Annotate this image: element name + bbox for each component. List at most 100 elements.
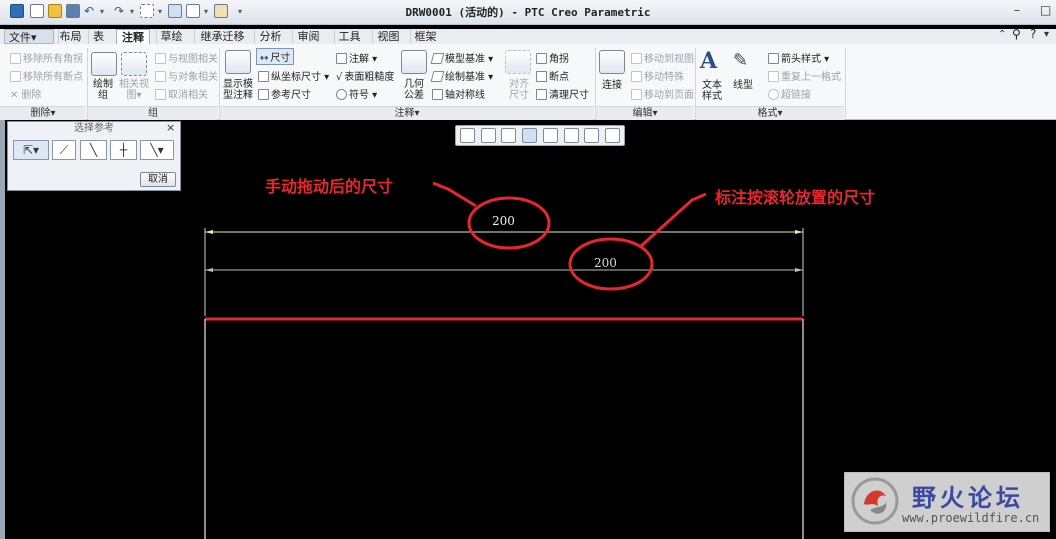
- jog-icon: [10, 53, 21, 64]
- move-to-view-button[interactable]: 移动到视图: [631, 50, 694, 65]
- tab-table[interactable]: 表: [88, 29, 108, 44]
- geometric-tolerance-icon[interactable]: [401, 50, 427, 74]
- connect-button[interactable]: 连接: [598, 80, 626, 91]
- dimension-button[interactable]: ↔ 尺寸: [256, 48, 295, 65]
- show-model-annotations-icon[interactable]: [225, 50, 251, 74]
- select-line-button[interactable]: ╲: [80, 140, 107, 160]
- group-label-format[interactable]: 格式▾: [696, 106, 844, 120]
- repaint-icon[interactable]: [522, 128, 537, 143]
- select-entity-button[interactable]: ⇱▾: [13, 140, 49, 160]
- options-icon[interactable]: ▾: [1044, 29, 1049, 40]
- surface-finish-button[interactable]: √ 表面粗糙度: [336, 68, 394, 83]
- layer-icon[interactable]: [564, 128, 579, 143]
- remove-all-jogs-button[interactable]: 移除所有角拐: [10, 50, 83, 65]
- arrowhead-upper-right: [795, 230, 803, 234]
- text-style-button[interactable]: 文本 样式: [697, 80, 727, 102]
- tab-sketch[interactable]: 草绘: [156, 29, 186, 44]
- draw-group-icon[interactable]: [91, 52, 117, 76]
- cleanup-icon: [536, 89, 547, 100]
- group-label-delete[interactable]: 删除▾: [0, 106, 86, 120]
- group-label-annotate[interactable]: 注释▾: [220, 106, 594, 120]
- tab-legacy-migration[interactable]: 继承迁移: [194, 29, 250, 44]
- delete-button[interactable]: ✕ 删除: [10, 86, 41, 101]
- hyperlink-icon: [768, 89, 779, 100]
- move-special-icon: [631, 71, 642, 82]
- draw-group-button[interactable]: 绘制 组: [88, 79, 118, 101]
- reference-dimension-button[interactable]: 参考尺寸: [258, 86, 311, 101]
- hyperlink-button[interactable]: 超链接: [768, 86, 811, 101]
- repeat-last-format-button[interactable]: 重复上一格式: [768, 68, 841, 83]
- jog-button[interactable]: 角拐: [536, 50, 569, 65]
- dimension-value-upper[interactable]: 200: [492, 214, 515, 228]
- move-special-button[interactable]: 移动特殊: [631, 68, 684, 83]
- relate-to-object-button[interactable]: 与对象相关: [155, 68, 218, 83]
- collapse-ribbon-icon[interactable]: ⌃: [998, 29, 1006, 40]
- axis-symmetry-button[interactable]: 轴对称线: [432, 86, 485, 101]
- relate-to-view-button[interactable]: 与视图相关: [155, 50, 218, 65]
- model-datum-icon: [430, 53, 445, 64]
- tab-layout[interactable]: 布局: [58, 29, 82, 44]
- line-style-button[interactable]: 线型: [728, 80, 758, 91]
- tab-annotate[interactable]: 注释: [116, 29, 150, 45]
- dialog-title: 选择参考: [74, 123, 114, 134]
- dimension-icon: ↔: [260, 53, 269, 64]
- note-button[interactable]: 注解 ▾: [336, 50, 377, 65]
- zoom-out-icon[interactable]: [501, 128, 516, 143]
- model-datum-button[interactable]: 模型基准 ▾: [430, 50, 493, 65]
- select-cursor-icon: ⇱▾: [22, 143, 40, 157]
- refit-icon[interactable]: [460, 128, 475, 143]
- leader-line-right: [638, 192, 707, 249]
- connect-icon[interactable]: [599, 50, 625, 74]
- leader-line-left: [432, 181, 477, 208]
- tab-view[interactable]: 视图: [372, 29, 404, 44]
- midpoint-icon: ┼: [119, 143, 128, 157]
- move-to-sheet-button[interactable]: 移动到页面: [631, 86, 694, 101]
- group-separator: [845, 48, 846, 118]
- datum-display-icon[interactable]: [584, 128, 599, 143]
- remove-all-breaks-button[interactable]: 移除所有断点: [10, 68, 83, 83]
- tab-tools[interactable]: 工具: [334, 29, 364, 44]
- draw-datum-button[interactable]: 绘制基准 ▾: [430, 68, 493, 83]
- dialog-close-icon[interactable]: ×: [166, 121, 175, 134]
- symbol-button[interactable]: 符号 ▾: [336, 86, 377, 101]
- group-label-edit[interactable]: 编辑▾: [596, 106, 694, 120]
- show-model-annotations-button[interactable]: 显示模 型注释: [220, 79, 256, 101]
- line-style-icon[interactable]: ✎: [733, 50, 748, 71]
- arrowhead-upper-left: [205, 230, 213, 234]
- move-view-icon: [631, 53, 642, 64]
- tab-frame[interactable]: 框架: [410, 29, 440, 44]
- select-midpoint-button[interactable]: ┼: [110, 140, 137, 160]
- annotation-display-icon[interactable]: [605, 128, 620, 143]
- break-icon: [536, 71, 547, 82]
- draw-datum-icon: [430, 71, 445, 82]
- related-view-button[interactable]: 相关视 图▾: [119, 79, 149, 101]
- select-tangent-button[interactable]: ⟋: [52, 140, 76, 160]
- help-icon[interactable]: ?: [1030, 27, 1036, 41]
- surface-finish-icon: √: [336, 72, 343, 83]
- break-button[interactable]: 断点: [536, 68, 569, 83]
- arrow-style-button[interactable]: 箭头样式 ▾: [768, 50, 829, 65]
- cancel-button[interactable]: 取消: [140, 172, 176, 187]
- related-view-icon[interactable]: [121, 52, 147, 76]
- unrelate-button[interactable]: 取消相关: [155, 86, 208, 101]
- jog-icon: [536, 53, 547, 64]
- cleanup-dimensions-button[interactable]: 清理尺寸: [536, 86, 589, 101]
- zoom-in-icon[interactable]: [481, 128, 496, 143]
- arrowhead-lower-right: [795, 268, 803, 272]
- dimension-value-lower[interactable]: 200: [594, 256, 617, 270]
- tab-review[interactable]: 审阅: [292, 29, 324, 44]
- select-intersection-button[interactable]: ╲▾: [140, 140, 174, 160]
- search-icon[interactable]: ⚲: [1012, 27, 1021, 41]
- delete-x-icon: ✕: [10, 90, 19, 101]
- reference-dim-icon: [258, 89, 269, 100]
- geometric-tolerance-button[interactable]: 几何 公差: [397, 79, 431, 101]
- text-style-icon[interactable]: A: [700, 48, 717, 74]
- file-menu[interactable]: 文件▾: [4, 29, 54, 44]
- display-style-icon[interactable]: [543, 128, 558, 143]
- tab-analysis[interactable]: 分析: [254, 29, 286, 44]
- align-dimensions-icon[interactable]: [505, 50, 531, 74]
- ordinate-dimension-button[interactable]: 纵坐标尺寸 ▾: [258, 68, 329, 83]
- align-dimensions-button[interactable]: 对齐 尺寸: [502, 79, 536, 101]
- maximize-button[interactable]: □: [1040, 3, 1051, 17]
- minimize-button[interactable]: –: [1014, 3, 1020, 17]
